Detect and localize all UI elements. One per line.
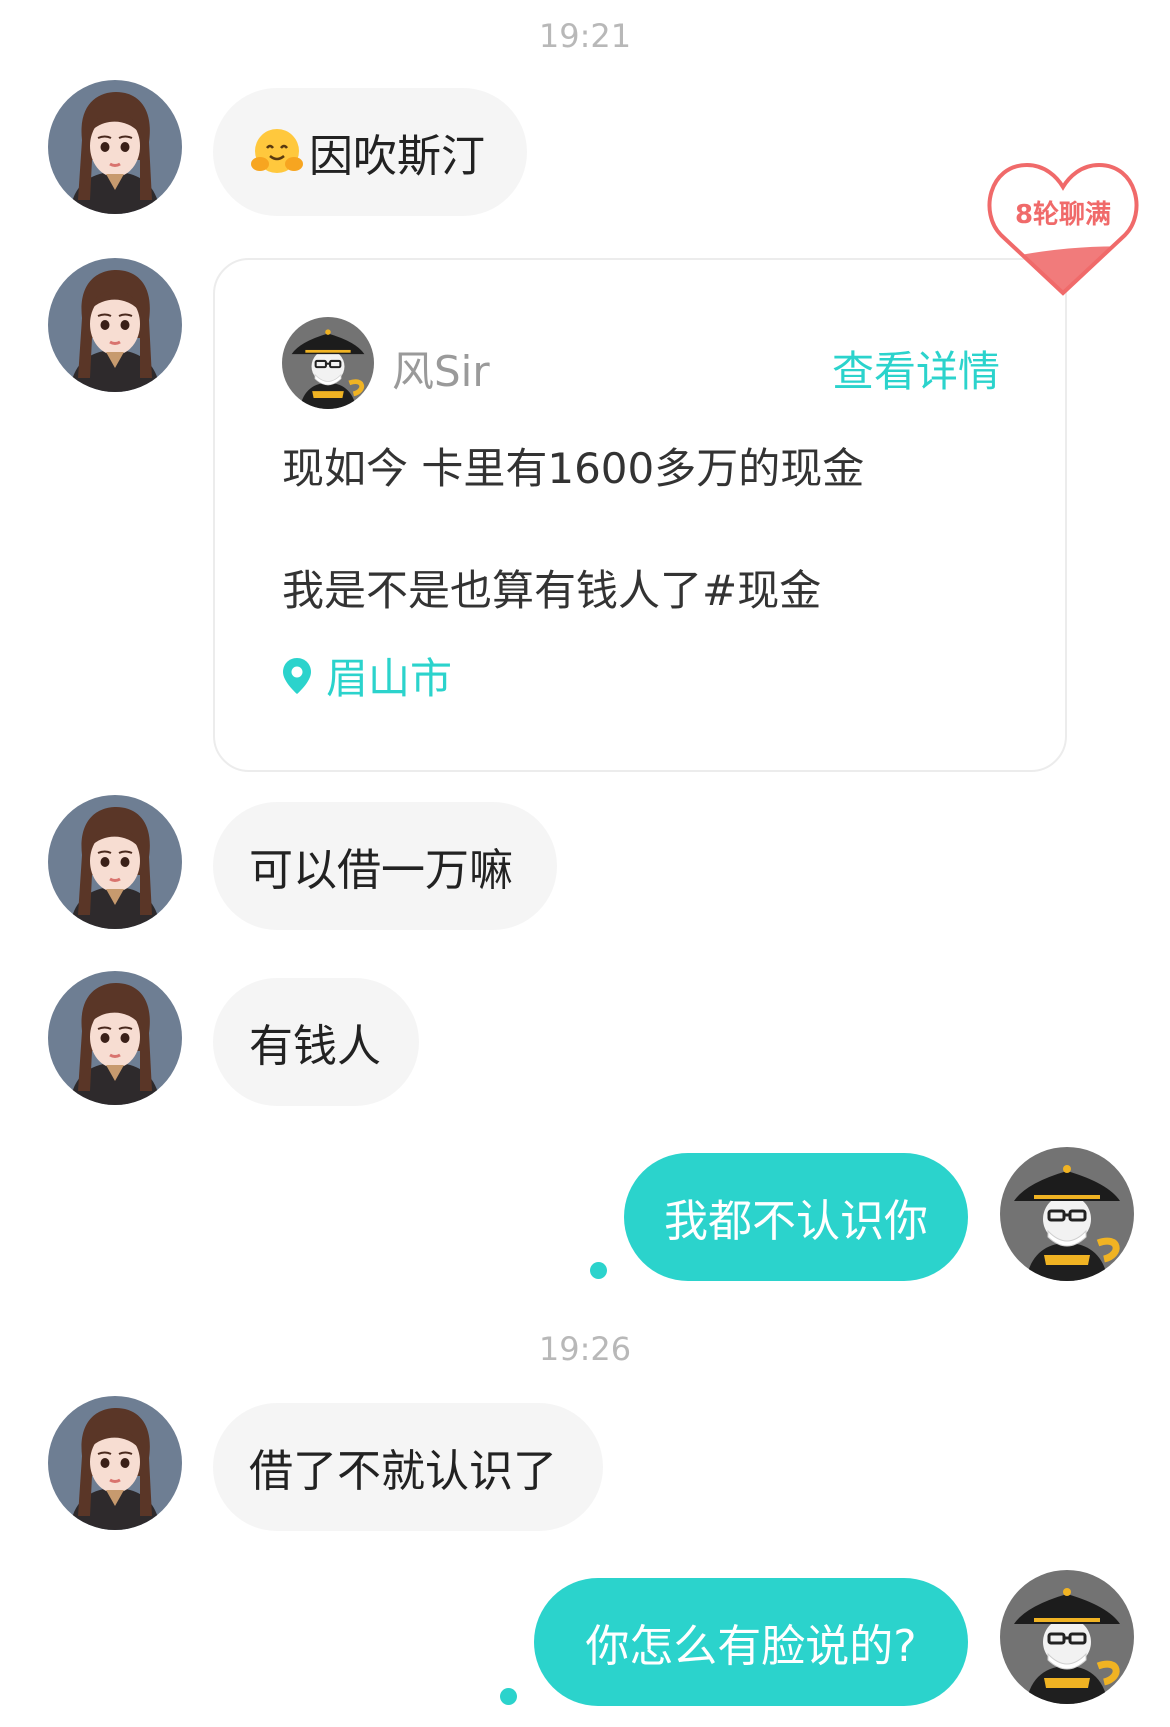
heart-icon: 8轮聊满 xyxy=(987,162,1139,296)
contact-avatar[interactable] xyxy=(48,1396,182,1530)
post-author-avatar[interactable] xyxy=(282,317,374,409)
incoming-message-bubble[interactable]: 因吹斯汀 xyxy=(213,88,527,216)
incoming-message-bubble[interactable]: 借了不就认识了 xyxy=(213,1403,603,1531)
read-status-dot xyxy=(500,1688,517,1705)
contact-avatar[interactable] xyxy=(48,258,182,392)
contact-avatar[interactable] xyxy=(48,80,182,214)
outgoing-message-bubble[interactable]: 我都不认识你 xyxy=(624,1153,968,1281)
view-details-link[interactable]: 查看详情 xyxy=(832,338,1000,399)
message-text: 因吹斯汀 xyxy=(309,131,485,182)
message-text: 有钱人 xyxy=(249,1021,381,1072)
my-avatar[interactable] xyxy=(1000,1570,1134,1704)
my-avatar[interactable] xyxy=(1000,1147,1134,1281)
message-text: 我都不认识你 xyxy=(664,1196,928,1247)
post-text-line: 我是不是也算有钱人了#现金 xyxy=(282,566,822,615)
location-label: 眉山市 xyxy=(326,654,453,703)
outgoing-message-bubble[interactable]: 你怎么有脸说的? xyxy=(534,1578,968,1706)
post-text-line: 现如今 卡里有1600多万的现金 xyxy=(282,444,865,493)
badge-label: 8轮聊满 xyxy=(1015,200,1111,230)
shared-post-card[interactable]: 风Sir 查看详情 现如今 卡里有1600多万的现金 我是不是也算有钱人了#现金… xyxy=(213,258,1067,772)
timestamp: 19:26 xyxy=(538,1330,632,1368)
message-text: 可以借一万嘛 xyxy=(249,845,513,896)
location-pin-icon xyxy=(283,657,311,694)
read-status-dot xyxy=(590,1262,607,1279)
contact-avatar[interactable] xyxy=(48,971,182,1105)
chat-rounds-badge[interactable]: 8轮聊满 xyxy=(983,155,1143,300)
incoming-message-bubble[interactable]: 有钱人 xyxy=(213,978,419,1106)
message-text: 借了不就认识了 xyxy=(249,1446,557,1497)
contact-avatar[interactable] xyxy=(48,795,182,929)
hugging-face-emoji-icon xyxy=(251,129,303,173)
message-text: 你怎么有脸说的? xyxy=(585,1621,917,1672)
post-location[interactable]: 眉山市 xyxy=(282,645,452,706)
incoming-message-bubble[interactable]: 可以借一万嘛 xyxy=(213,802,557,930)
timestamp: 19:21 xyxy=(538,17,632,55)
post-author-name: 风Sir xyxy=(392,347,490,396)
